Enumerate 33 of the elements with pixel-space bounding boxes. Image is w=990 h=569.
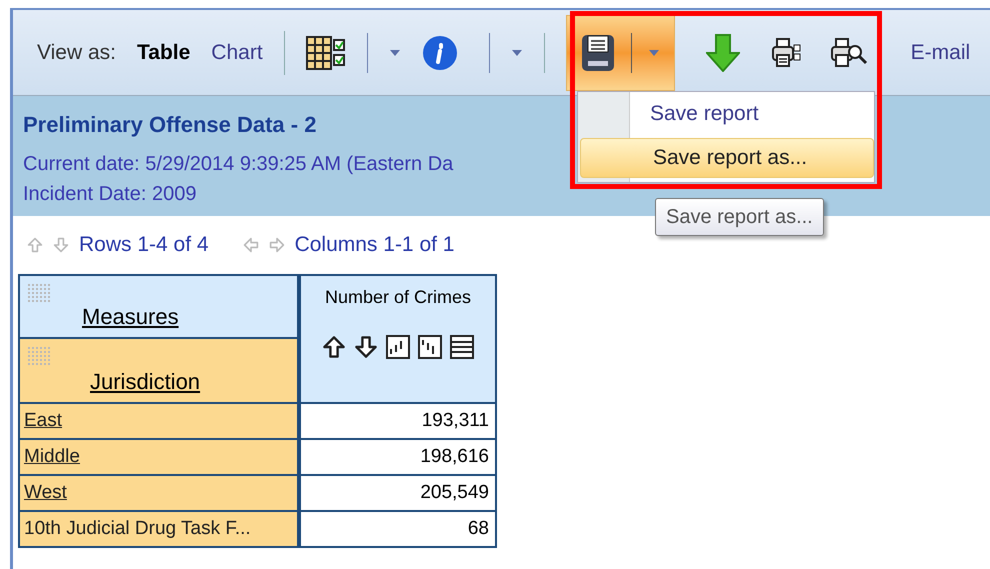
save-split-button[interactable] — [566, 14, 675, 90]
view-tab[interactable]: Table — [137, 36, 190, 68]
download-arrow-icon[interactable] — [706, 34, 740, 72]
tooltip: Save report as... — [655, 198, 824, 236]
table-grid-icon[interactable] — [306, 36, 346, 70]
menu-item[interactable]: Save report — [630, 94, 874, 134]
jurisdiction-header[interactable]: Jurisdiction — [90, 365, 200, 398]
rows-pager: Rows 1-4 of 4 — [79, 232, 209, 258]
current-date: Current date: 5/29/2014 9:39:25 AM (Eastern Da — [23, 152, 454, 177]
sort-rank-icon[interactable] — [386, 335, 410, 359]
row-header-cell[interactable]: Middle — [20, 438, 301, 474]
incident-date: Incident Date: 2009 — [23, 182, 196, 207]
menu-item[interactable]: Save report as... — [580, 138, 874, 178]
sort-descending-icon[interactable] — [354, 335, 378, 359]
sort-rank-icon[interactable] — [418, 335, 442, 359]
caret-icon — [388, 48, 401, 56]
view-as-label: View as: — [37, 40, 116, 66]
measures-header[interactable]: Measures — [82, 300, 179, 333]
view-tab[interactable]: Chart — [211, 36, 263, 68]
row-header-cell[interactable]: East — [20, 402, 301, 438]
row-header-cell: 10th Judicial Drug Task F... — [20, 510, 301, 546]
columns-pager: Columns 1-1 of 1 — [294, 232, 454, 258]
print-preview-icon[interactable] — [830, 36, 868, 68]
caret-icon — [510, 48, 523, 56]
report-title: Preliminary Offense Data - 2 — [23, 111, 316, 139]
printer-icon[interactable] — [770, 36, 801, 68]
column-header: Number of Crimes — [324, 286, 472, 309]
sort-ascending-icon[interactable] — [322, 335, 346, 359]
caret-icon — [648, 48, 660, 56]
list-icon[interactable] — [450, 335, 474, 359]
row-header-cell[interactable]: West — [20, 474, 301, 510]
email-link[interactable]: E-mail — [910, 36, 970, 68]
info-icon[interactable] — [422, 34, 458, 70]
